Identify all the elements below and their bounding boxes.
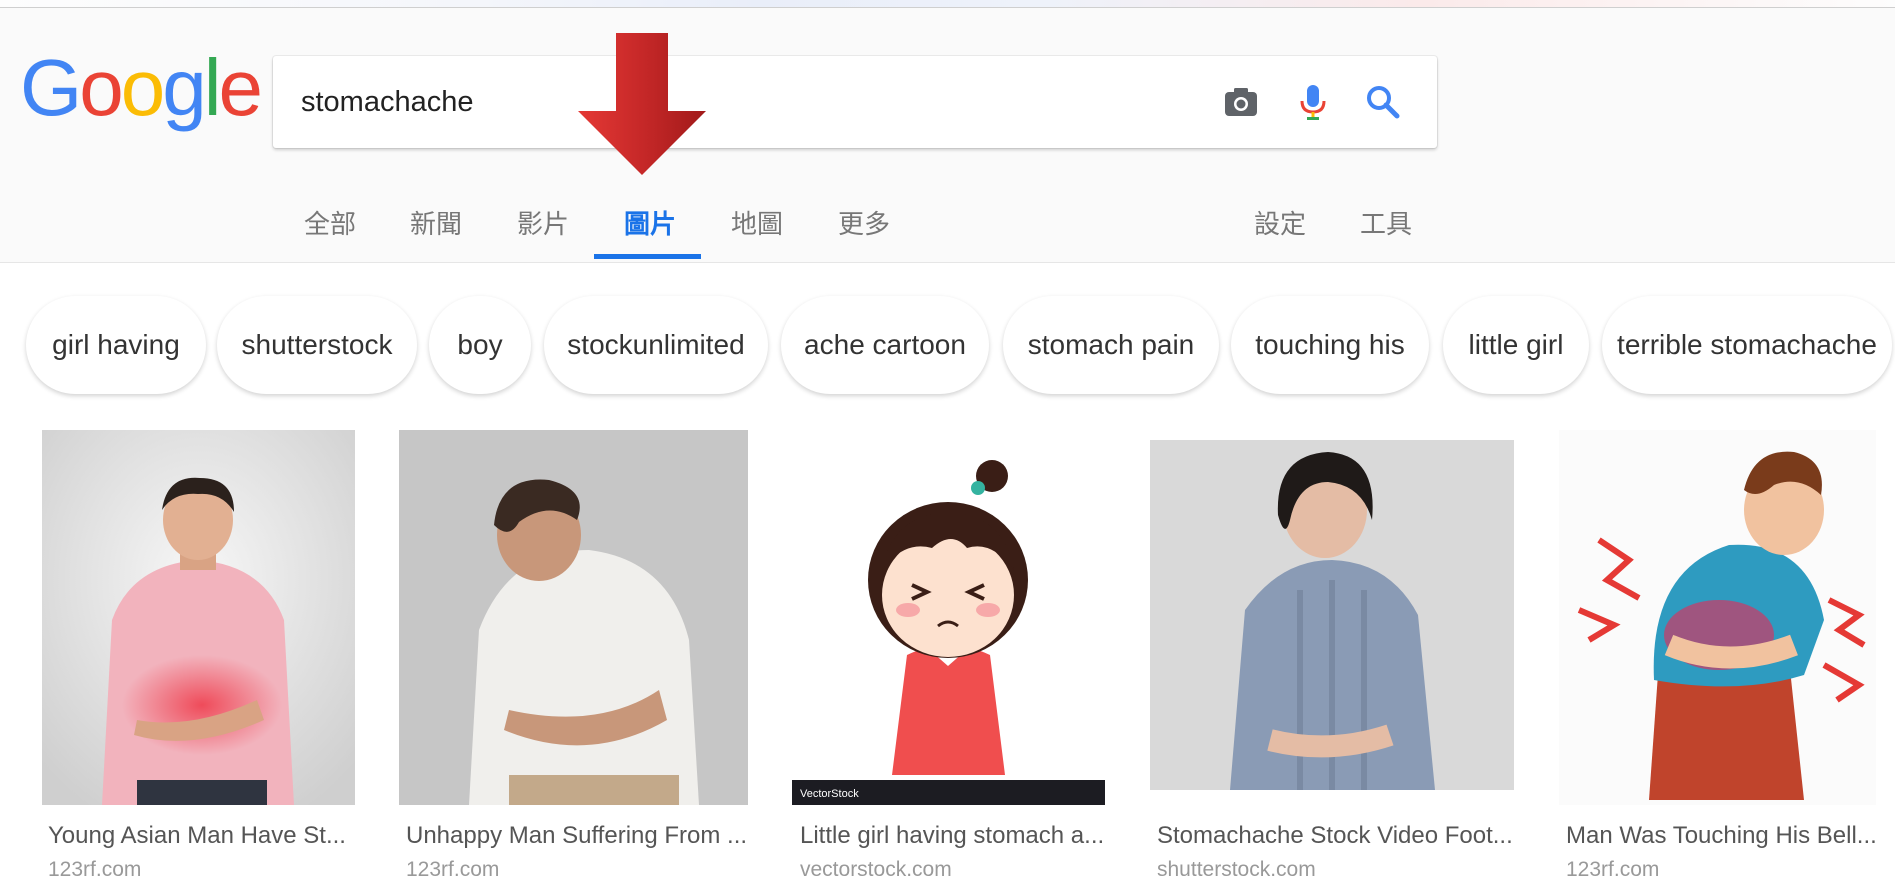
logo-letter: G (20, 43, 82, 132)
logo-letter: g (162, 43, 206, 132)
result-title[interactable]: Unhappy Man Suffering From ... (406, 822, 747, 850)
microphone-icon[interactable] (1291, 80, 1335, 124)
image-results: Young Asian Man Have St... 123rf.com Unh… (0, 430, 1895, 886)
related-chips: girl having shutterstock boy stockunlimi… (0, 296, 1895, 396)
tab-more[interactable]: 更多 (838, 204, 890, 262)
chip[interactable]: ache cartoon (781, 296, 989, 394)
tab-news[interactable]: 新聞 (410, 204, 462, 262)
result-thumbnail[interactable]: VectorStock (792, 430, 1105, 805)
tab-tools[interactable]: 工具 (1360, 204, 1412, 262)
result-thumbnail[interactable] (399, 430, 748, 805)
search-header: Google 全部 新聞 影片 圖片 地圖 更多 設定 工具 (0, 8, 1895, 263)
result-thumbnail[interactable] (1150, 440, 1514, 790)
result-thumbnail[interactable] (42, 430, 355, 805)
search-box (273, 56, 1437, 148)
result-title[interactable]: Young Asian Man Have St... (48, 822, 346, 850)
result-source: 123rf.com (1566, 858, 1660, 881)
search-icon[interactable] (1361, 80, 1405, 124)
chip[interactable]: stockunlimited (544, 296, 768, 394)
result-title[interactable]: Man Was Touching His Bell... (1566, 822, 1877, 850)
chip[interactable]: shutterstock (217, 296, 417, 394)
chip[interactable]: terrible stomachache (1602, 296, 1892, 394)
chip[interactable]: little girl (1443, 296, 1589, 394)
logo-letter: o (79, 43, 123, 132)
active-tab-indicator (594, 254, 701, 259)
tab-videos[interactable]: 影片 (517, 204, 569, 262)
logo-letter: o (120, 43, 165, 132)
chip[interactable]: touching his (1231, 296, 1429, 394)
result-title[interactable]: Little girl having stomach a... (800, 822, 1104, 850)
chip[interactable]: girl having (26, 296, 206, 394)
search-input[interactable] (301, 80, 1181, 124)
google-logo[interactable]: Google (20, 43, 263, 132)
logo-letter: e (218, 43, 263, 132)
top-decorative-strip (0, 0, 1895, 8)
search-tabs: 全部 新聞 影片 圖片 地圖 更多 設定 工具 (0, 204, 1895, 262)
watermark-text: VectorStock (800, 788, 859, 800)
down-arrow-annotation-icon (578, 33, 706, 175)
result-source: 123rf.com (406, 858, 500, 881)
result-source: 123rf.com (48, 858, 142, 881)
result-thumbnail[interactable] (1559, 430, 1876, 805)
logo-letter: l (203, 43, 222, 132)
tab-all[interactable]: 全部 (304, 204, 356, 262)
chip[interactable]: boy (429, 296, 531, 394)
result-title[interactable]: Stomachache Stock Video Foot... (1157, 822, 1513, 850)
result-source: shutterstock.com (1157, 858, 1316, 881)
tab-settings[interactable]: 設定 (1254, 204, 1306, 262)
tab-maps[interactable]: 地圖 (731, 204, 783, 262)
camera-icon[interactable] (1219, 80, 1263, 124)
result-source: vectorstock.com (800, 858, 952, 881)
chip[interactable]: stomach pain (1003, 296, 1219, 394)
